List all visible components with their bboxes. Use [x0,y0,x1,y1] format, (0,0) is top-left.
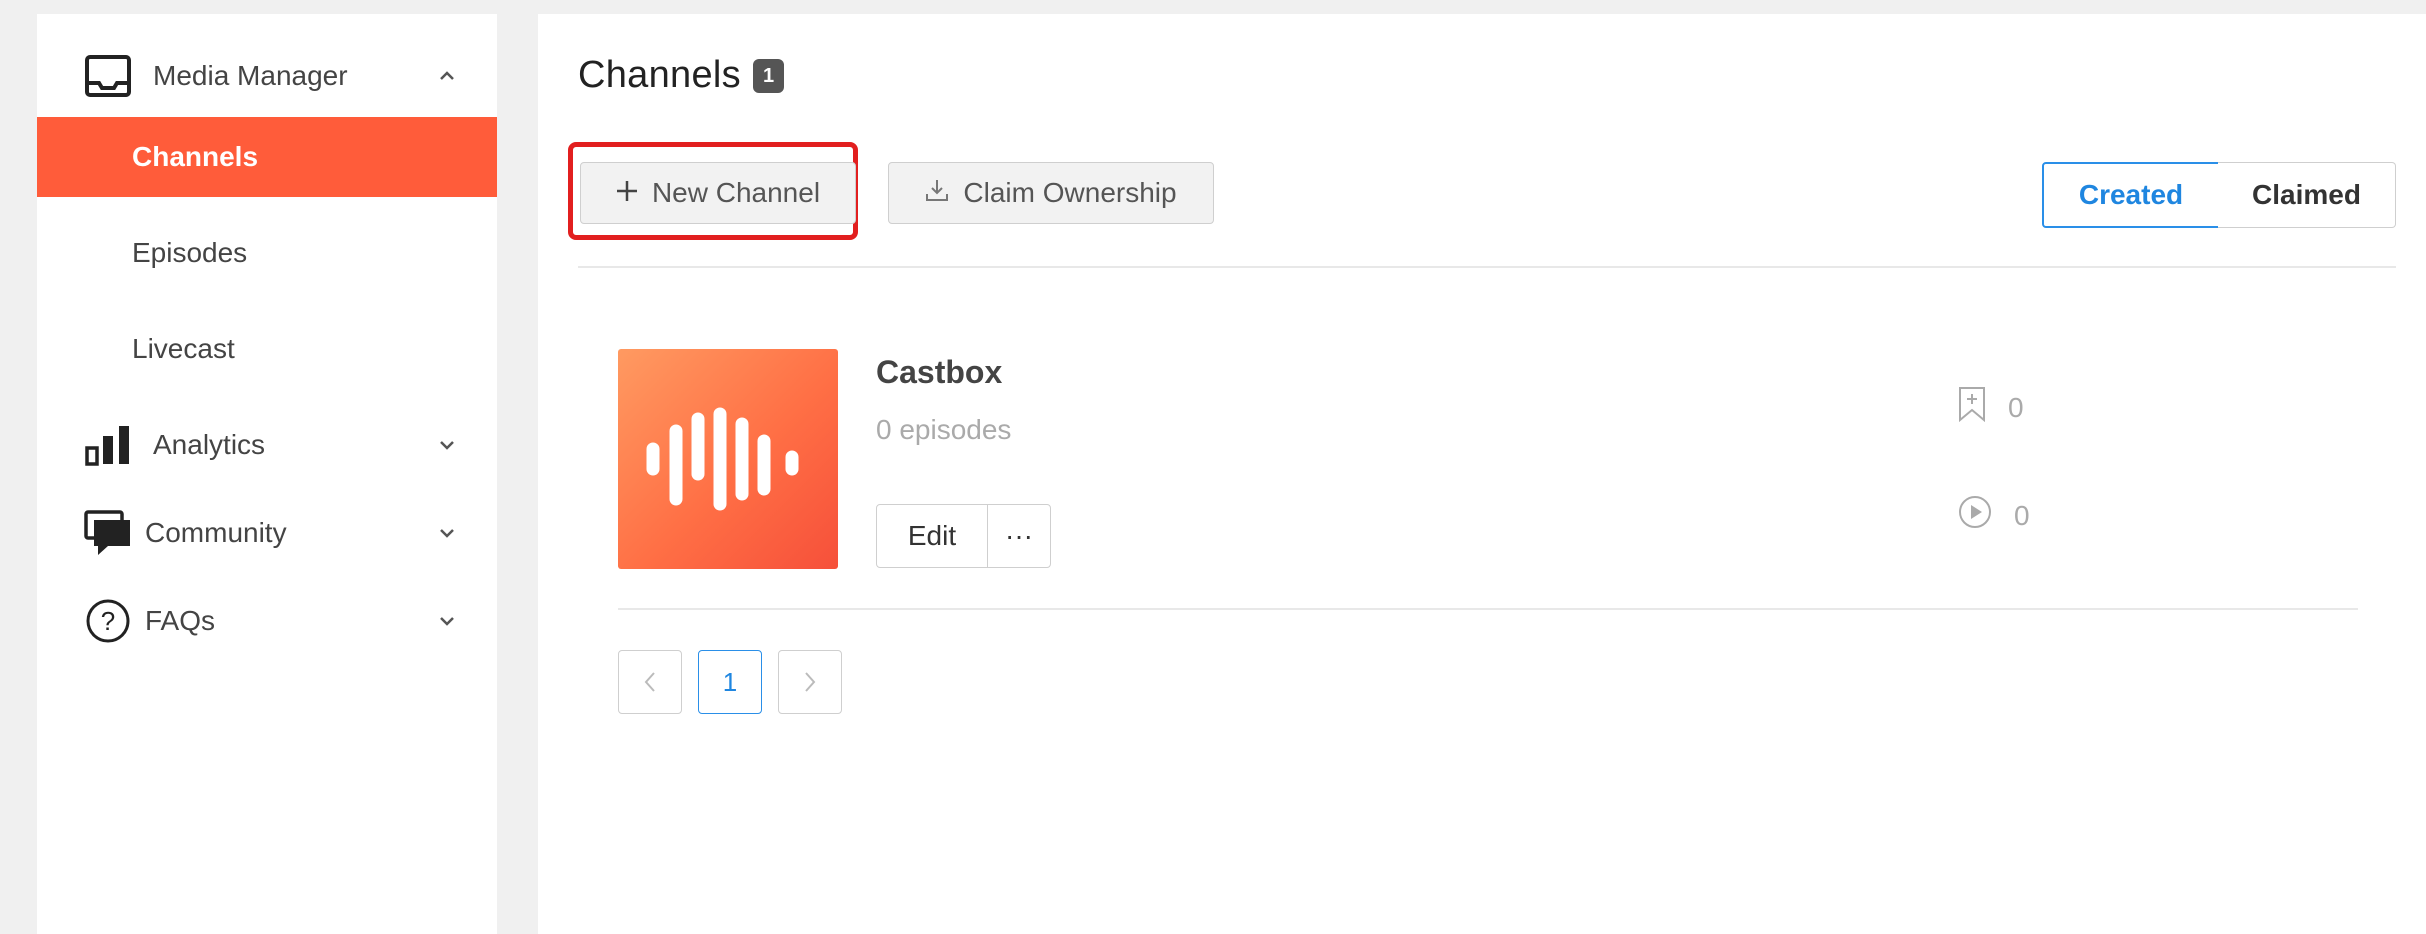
subscriber-stat: 0 [1958,386,2024,429]
sidebar-item-episodes[interactable]: Episodes [37,213,497,293]
play-circle-icon [1958,495,1992,536]
pagination-prev-button[interactable] [618,650,682,714]
chevron-down-icon [437,435,457,455]
divider [578,266,2396,268]
sidebar-group-community[interactable]: Community [37,498,497,568]
sidebar-group-label: FAQs [145,605,216,636]
edit-button[interactable]: Edit [876,504,988,568]
new-channel-button[interactable]: New Channel [580,162,856,224]
sidebar-group-media-manager[interactable]: Media Manager [37,41,497,111]
sidebar-item-label: Livecast [132,333,235,364]
divider [618,608,2358,610]
channel-title[interactable]: Castbox [876,354,1002,391]
pagination-next-button[interactable] [778,650,842,714]
castbox-logo-icon [646,407,799,511]
sidebar-item-livecast[interactable]: Livecast [37,309,497,389]
sidebar-item-label: Episodes [132,237,248,268]
inbox-icon [83,51,133,101]
play-count: 0 [2014,499,2030,531]
plus-icon [616,177,638,209]
count-badge: 1 [752,58,785,93]
claim-ownership-button[interactable]: Claim Ownership [888,162,1214,224]
new-channel-label: New Channel [651,177,821,208]
sidebar-group-label: Analytics [153,429,266,460]
tab-claimed[interactable]: Claimed [2218,162,2396,228]
pagination-page-1[interactable]: 1 [698,650,762,714]
sidebar-item-label: Channels [132,141,259,172]
play-stat: 0 [1958,495,2030,536]
main-content: Channels 1 New Channel Claim Ownership C… [538,14,2426,934]
question-circle-icon: ? [83,596,133,646]
chevron-down-icon [437,523,457,543]
sidebar-group-label: Media Manager [153,60,348,91]
bookmark-plus-icon [1958,386,1986,429]
chevron-up-icon [437,66,457,86]
subscriber-count: 0 [2008,391,2024,423]
more-options-button[interactable]: ··· [987,504,1051,568]
tab-created[interactable]: Created [2042,162,2220,228]
download-icon [925,177,949,209]
channel-cover[interactable] [618,349,838,569]
chevron-right-icon [805,672,816,692]
sidebar: Media Manager Channels Episodes Livecast… [37,14,497,934]
svg-text:?: ? [101,606,115,636]
bar-chart-icon [83,420,133,470]
claim-ownership-label: Claim Ownership [963,177,1177,208]
sidebar-item-channels[interactable]: Channels [37,117,497,197]
chevron-down-icon [437,611,457,631]
page-title-text: Channels [578,54,741,96]
sidebar-group-faqs[interactable]: ? FAQs [37,586,497,656]
channel-episode-count: 0 episodes [876,414,1012,445]
chat-bubbles-icon [83,508,133,558]
sidebar-group-analytics[interactable]: Analytics [37,410,497,480]
chevron-left-icon [644,672,655,692]
sidebar-group-label: Community [145,517,287,548]
page-title: Channels 1 [578,54,785,97]
